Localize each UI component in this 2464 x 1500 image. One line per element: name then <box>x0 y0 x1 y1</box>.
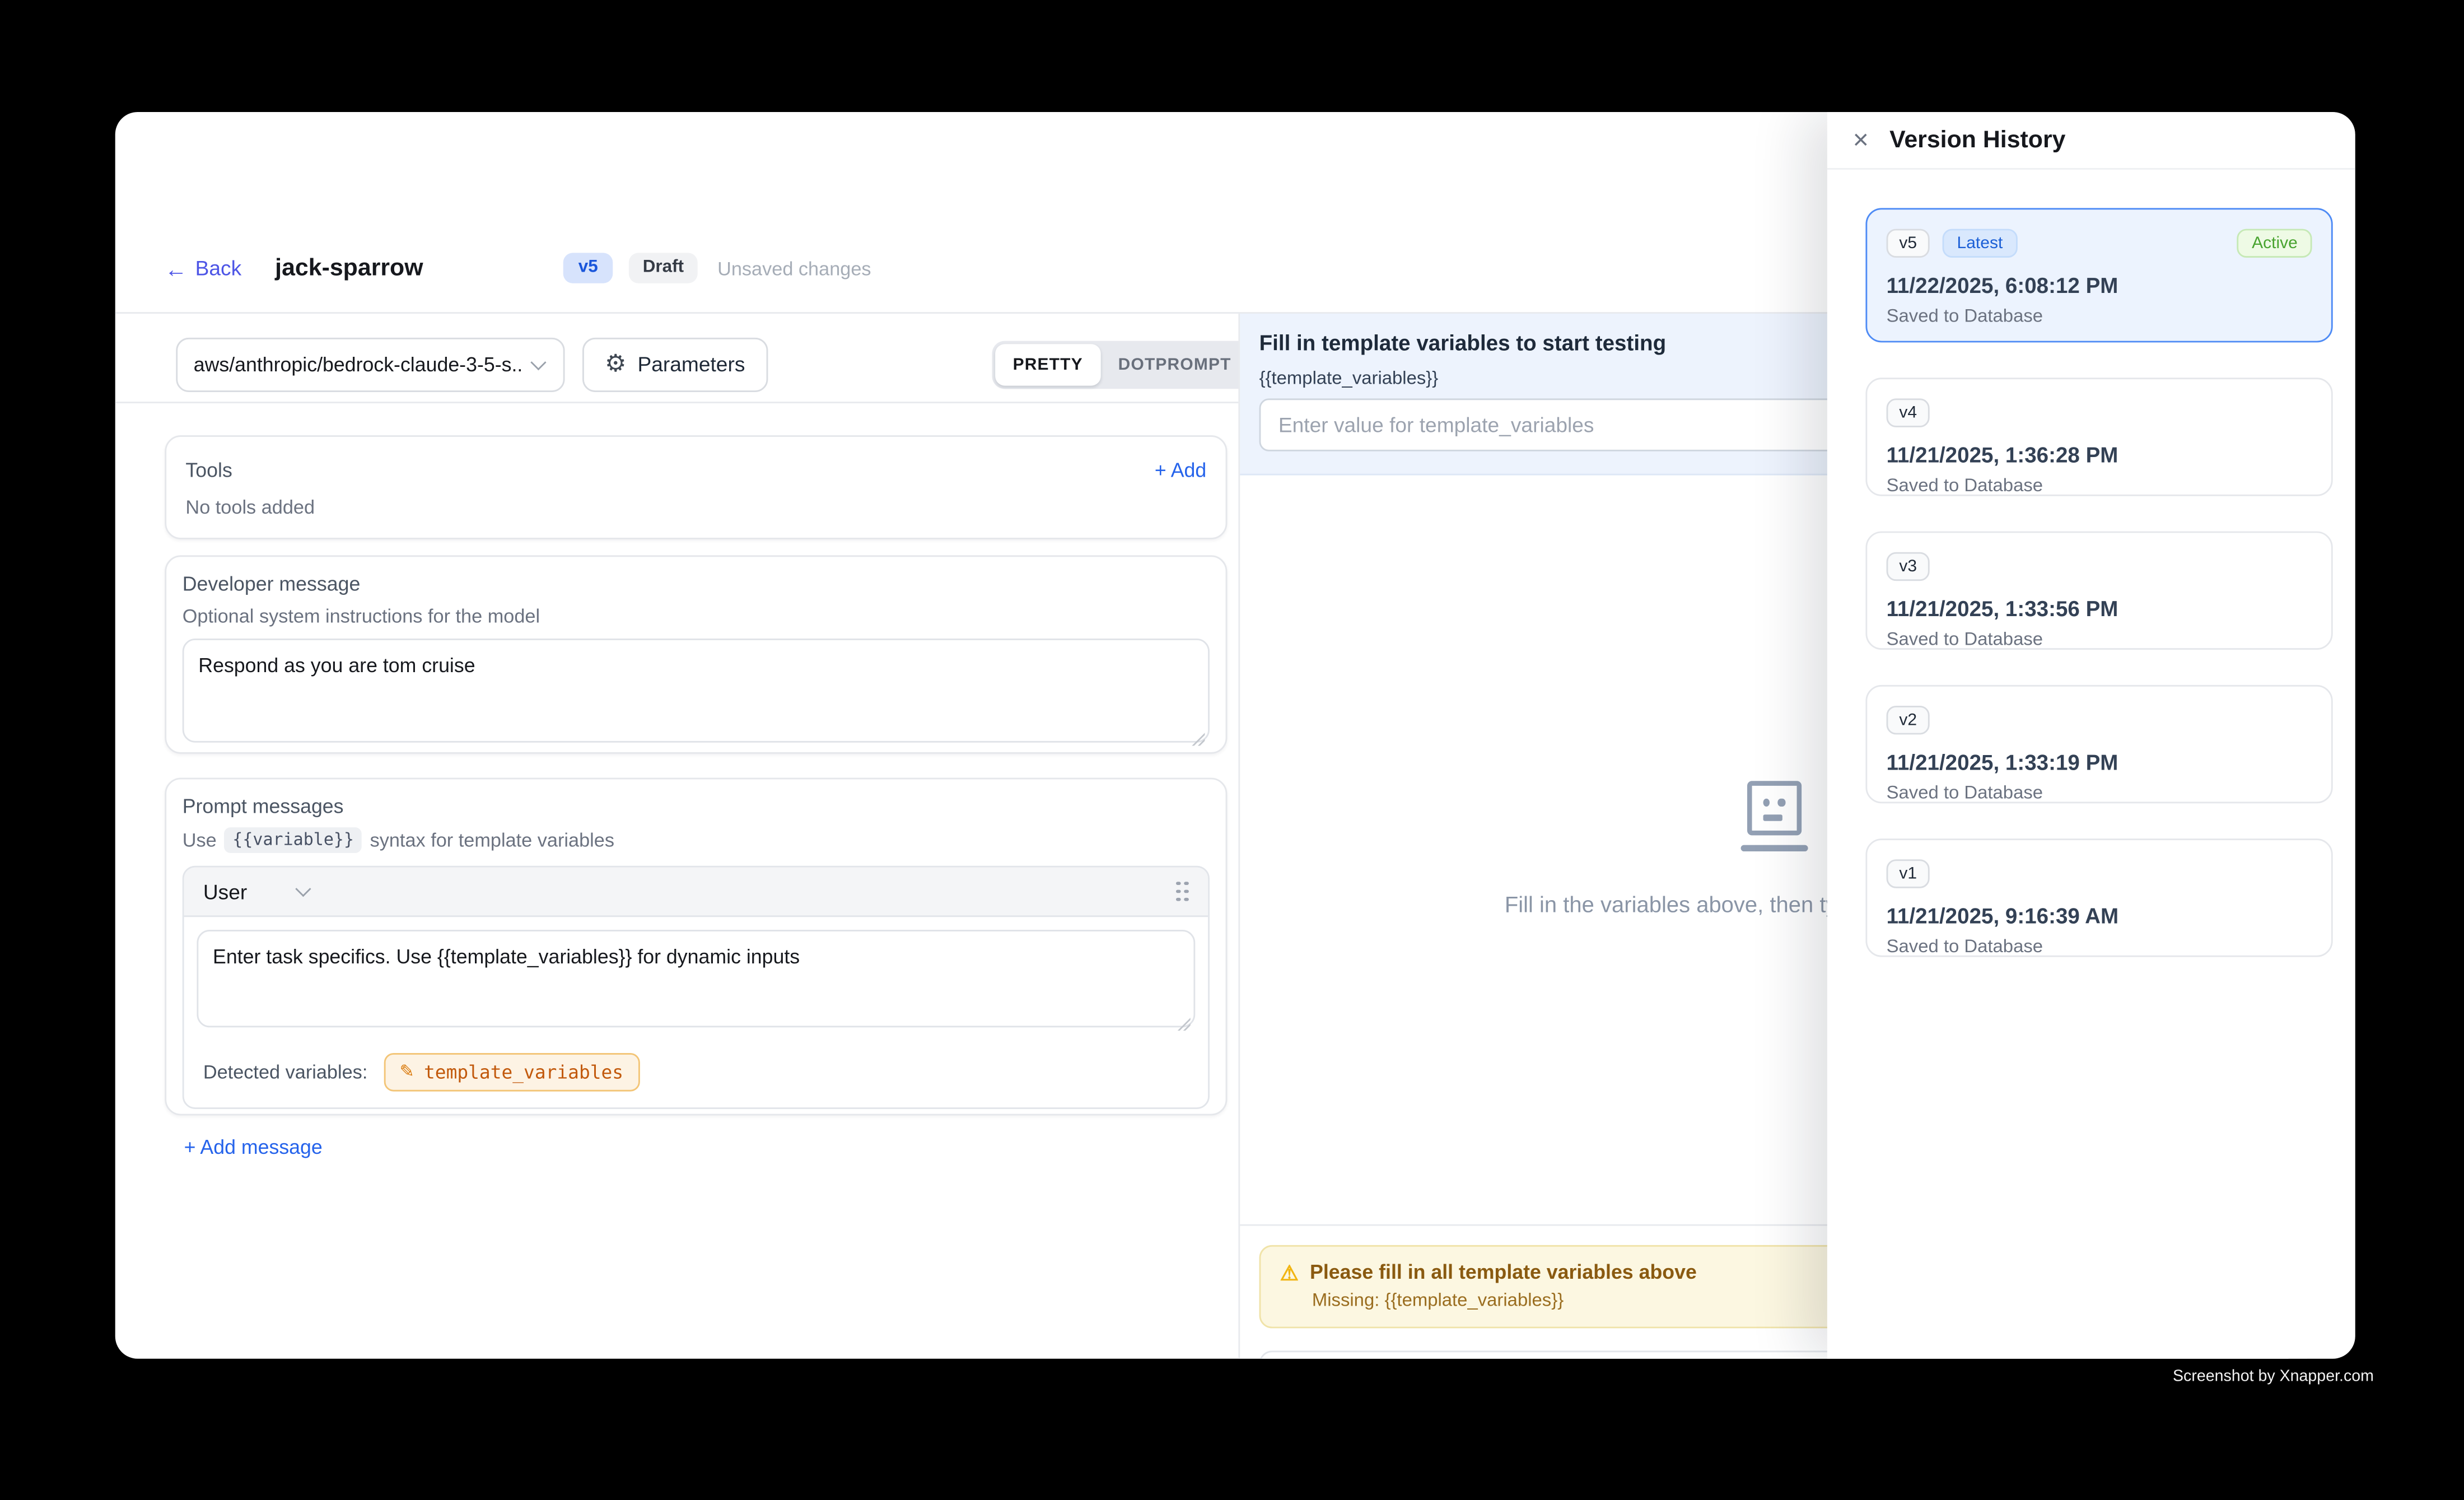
warning-title-text: Please fill in all template variables ab… <box>1310 1261 1697 1283</box>
watermark-credit: Screenshot by Xnapper.com <box>2173 1368 2349 1386</box>
prompt-messages-card: Prompt messages Use {{variable}} syntax … <box>165 778 1227 1116</box>
version-number-badge: v5 <box>1887 228 1930 258</box>
developer-message-subtitle: Optional system instructions for the mod… <box>183 605 1210 627</box>
version-date: 11/21/2025, 1:33:19 PM <box>1887 751 2312 775</box>
version-saved-status: Saved to Database <box>1887 938 2312 957</box>
developer-message-input[interactable]: Respond as you are tom cruise <box>183 639 1210 743</box>
message-header: User <box>184 868 1208 917</box>
version-date: 11/21/2025, 9:16:39 AM <box>1887 904 2312 928</box>
developer-message-title: Developer message <box>183 573 1210 595</box>
tools-card: Tools + Add No tools added <box>165 435 1227 539</box>
version-card-v4[interactable]: v4 11/21/2025, 1:36:28 PM Saved to Datab… <box>1865 377 2332 495</box>
drag-handle-icon[interactable] <box>1176 881 1189 902</box>
prompt-message-input[interactable]: Enter task specifics. Use {{template_var… <box>197 930 1195 1027</box>
version-saved-status: Saved to Database <box>1887 784 2312 803</box>
back-arrow-icon: ← <box>165 257 187 279</box>
version-card-v2[interactable]: v2 11/21/2025, 1:33:19 PM Saved to Datab… <box>1865 684 2332 802</box>
add-message-label: + Add message <box>184 1136 323 1159</box>
chevron-down-icon <box>530 354 546 370</box>
version-card-v3[interactable]: v3 11/21/2025, 1:33:56 PM Saved to Datab… <box>1865 530 2332 649</box>
app-window: ← Back jack-sparrow v5 Draft Unsaved cha… <box>115 112 2355 1359</box>
version-history-panel: × Version History v5 Latest Active 11/22… <box>1827 112 2355 1359</box>
toolbar: aws/anthropic/bedrock-claude-3-5-s... ⚙ … <box>115 313 1239 403</box>
model-select-value: aws/anthropic/bedrock-claude-3-5-s... <box>194 353 524 375</box>
detected-variable-name: template_variables <box>424 1061 623 1083</box>
draft-status-badge: Draft <box>628 253 698 283</box>
version-history-header: × Version History <box>1827 112 2355 169</box>
role-select[interactable]: User <box>203 879 313 903</box>
add-message-button[interactable]: + Add message <box>184 1136 323 1159</box>
latest-badge: Latest <box>1943 228 2017 258</box>
version-number-badge: v2 <box>1887 705 1930 735</box>
version-number-badge: v4 <box>1887 398 1930 427</box>
view-mode-toggle: PRETTY DOTPROMPT <box>992 340 1252 388</box>
back-button[interactable]: ← Back <box>165 256 241 280</box>
version-saved-status: Saved to Database <box>1887 308 2312 327</box>
version-card-v1[interactable]: v1 11/21/2025, 9:16:39 AM Saved to Datab… <box>1865 838 2332 956</box>
prompt-syntax-hint: Use {{variable}} syntax for template var… <box>183 827 1210 853</box>
detected-variables-row: Detected variables: ✎ template_variables <box>184 1045 1208 1107</box>
bot-face-icon <box>1740 780 1807 854</box>
gear-icon: ⚙ <box>605 352 626 376</box>
screenshot-canvas: ← Back jack-sparrow v5 Draft Unsaved cha… <box>0 0 2464 1499</box>
warning-icon: ⚠ <box>1280 1262 1299 1283</box>
detected-variables-label: Detected variables: <box>203 1061 368 1083</box>
version-history-title: Version History <box>1889 126 2065 153</box>
version-list: v5 Latest Active 11/22/2025, 6:08:12 PM … <box>1827 169 2355 956</box>
unsaved-changes-label: Unsaved changes <box>717 257 871 279</box>
close-icon[interactable]: × <box>1853 126 1869 153</box>
pencil-icon: ✎ <box>400 1064 414 1081</box>
active-badge: Active <box>2237 228 2312 258</box>
version-number-badge: v1 <box>1887 859 1930 888</box>
version-date: 11/22/2025, 6:08:12 PM <box>1887 274 2312 298</box>
variable-syntax-chip: {{variable}} <box>225 827 362 853</box>
prompt-messages-title: Prompt messages <box>183 795 1210 818</box>
version-saved-status: Saved to Database <box>1887 631 2312 650</box>
parameters-button[interactable]: ⚙ Parameters <box>582 337 767 391</box>
parameters-label: Parameters <box>637 352 745 376</box>
version-badge: v5 <box>564 253 612 283</box>
role-select-value: User <box>203 879 247 903</box>
detected-variable-chip[interactable]: ✎ template_variables <box>384 1053 640 1092</box>
back-label: Back <box>195 256 242 280</box>
tab-pretty[interactable]: PRETTY <box>995 343 1100 385</box>
version-date: 11/21/2025, 1:36:28 PM <box>1887 443 2312 467</box>
add-tool-button[interactable]: + Add <box>1155 459 1206 482</box>
hint-prefix: Use <box>183 829 217 851</box>
message-block: User Enter task specifics. Use {{templat… <box>183 866 1210 1109</box>
version-number-badge: v3 <box>1887 551 1930 581</box>
version-saved-status: Saved to Database <box>1887 477 2312 496</box>
model-select[interactable]: aws/anthropic/bedrock-claude-3-5-s... <box>176 337 564 391</box>
tools-empty-text: No tools added <box>185 496 1206 519</box>
chevron-down-icon <box>296 881 312 897</box>
version-card-v5[interactable]: v5 Latest Active 11/22/2025, 6:08:12 PM … <box>1865 207 2332 342</box>
page-title: jack-sparrow <box>275 254 423 282</box>
developer-message-card: Developer message Optional system instru… <box>165 555 1227 753</box>
hint-suffix: syntax for template variables <box>370 829 614 851</box>
version-date: 11/21/2025, 1:33:56 PM <box>1887 597 2312 621</box>
tools-title: Tools <box>185 459 232 482</box>
tab-dotprompt[interactable]: DOTPROMPT <box>1100 343 1249 385</box>
